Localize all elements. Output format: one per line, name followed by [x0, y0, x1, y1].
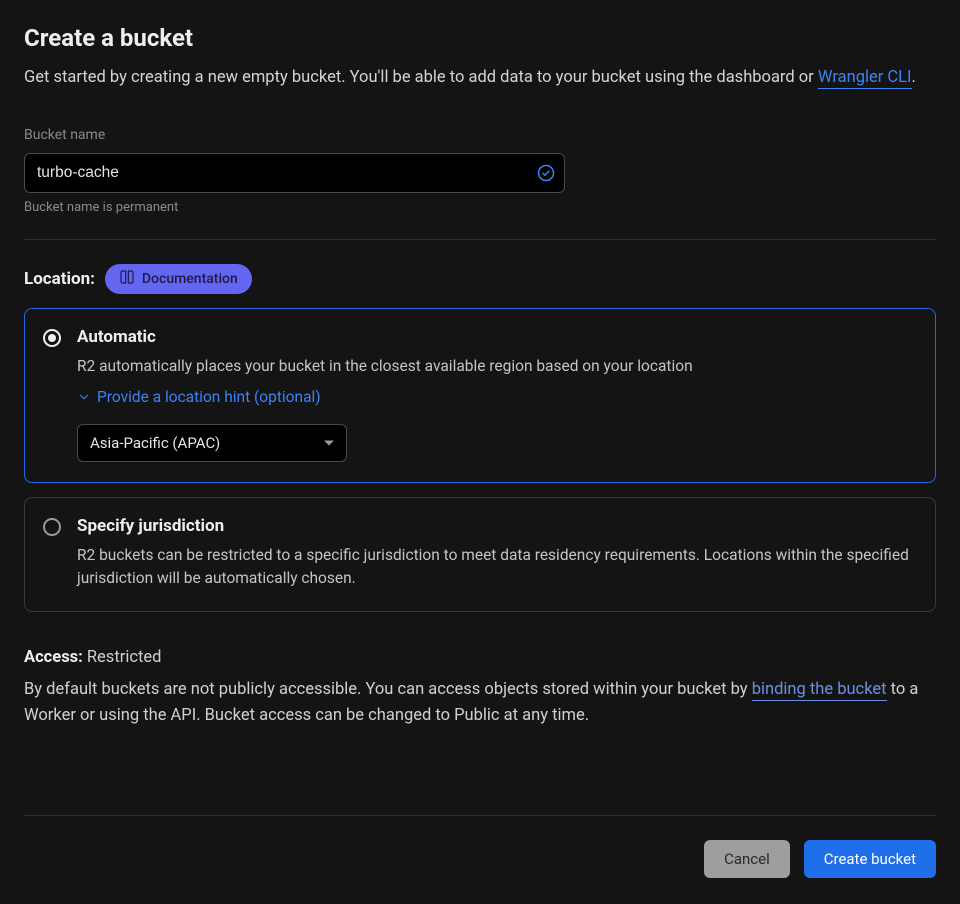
option-jurisdiction-desc: R2 buckets can be restricted to a specif… — [77, 544, 917, 591]
book-icon — [119, 269, 135, 289]
intro-text: Get started by creating a new empty buck… — [24, 66, 936, 91]
binding-bucket-link[interactable]: binding the bucket — [752, 680, 887, 701]
bucket-name-label: Bucket name — [24, 127, 936, 143]
radio-automatic[interactable] — [43, 329, 61, 347]
chevron-down-icon — [77, 390, 91, 404]
cancel-button[interactable]: Cancel — [704, 840, 790, 878]
option-automatic[interactable]: Automatic R2 automatically places your b… — [24, 308, 936, 483]
page-title: Create a bucket — [24, 24, 936, 52]
location-section-label: Location: — [24, 269, 95, 289]
option-automatic-title: Automatic — [77, 327, 917, 347]
option-jurisdiction[interactable]: Specify jurisdiction R2 buckets can be r… — [24, 497, 936, 612]
create-bucket-button[interactable]: Create bucket — [804, 840, 936, 878]
access-text: By default buckets are not publicly acce… — [24, 677, 936, 730]
option-automatic-desc: R2 automatically places your bucket in t… — [77, 355, 917, 378]
divider — [24, 239, 936, 240]
access-text-prefix: By default buckets are not publicly acce… — [24, 680, 752, 699]
bucket-name-input[interactable] — [24, 153, 565, 193]
intro-suffix: . — [912, 68, 916, 87]
option-jurisdiction-title: Specify jurisdiction — [77, 516, 917, 536]
valid-check-icon — [537, 164, 555, 182]
footer: Cancel Create bucket — [24, 815, 936, 878]
footer-divider — [24, 815, 936, 816]
access-heading-value: Restricted — [87, 648, 162, 667]
documentation-pill-label: Documentation — [142, 271, 238, 287]
bucket-name-hint: Bucket name is permanent — [24, 200, 936, 215]
caret-down-icon — [324, 441, 334, 446]
access-heading-label: Access: — [24, 648, 83, 667]
wrangler-cli-link[interactable]: Wrangler CLI — [818, 68, 912, 89]
location-hint-toggle-label: Provide a location hint (optional) — [97, 388, 321, 406]
documentation-pill[interactable]: Documentation — [105, 264, 252, 294]
access-heading: Access: Restricted — [24, 648, 936, 667]
location-hint-selected-value: Asia-Pacific (APAC) — [90, 434, 220, 452]
location-hint-toggle[interactable]: Provide a location hint (optional) — [77, 388, 321, 406]
radio-jurisdiction[interactable] — [43, 518, 61, 536]
location-hint-select[interactable]: Asia-Pacific (APAC) — [77, 424, 347, 462]
intro-prefix: Get started by creating a new empty buck… — [24, 68, 818, 87]
